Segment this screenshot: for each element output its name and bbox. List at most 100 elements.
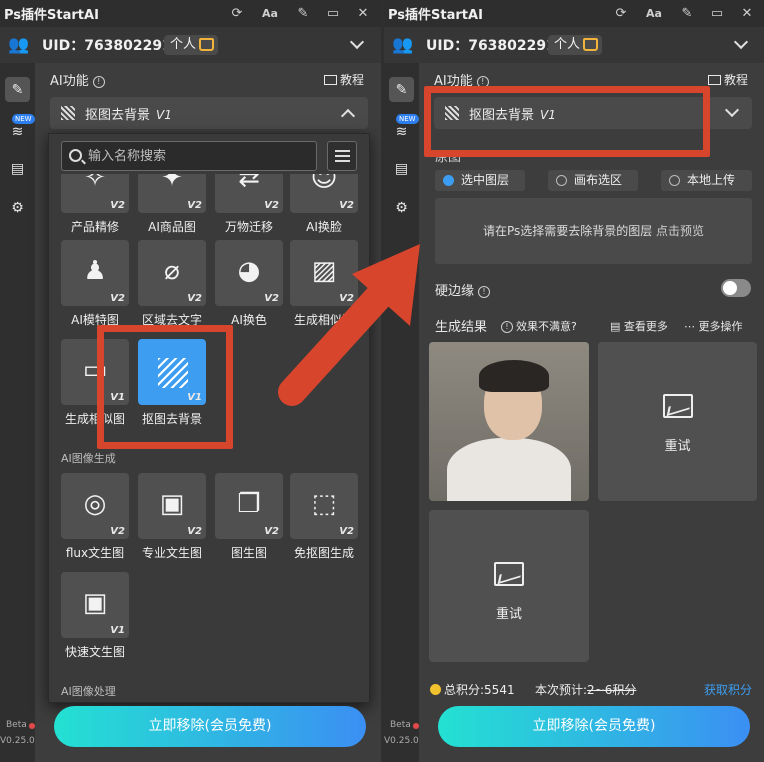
pin-icon[interactable]: ✎: [294, 5, 312, 23]
chevron-down-icon[interactable]: [349, 34, 365, 50]
plan-badge[interactable]: 个人: [548, 35, 603, 55]
plan-badge[interactable]: 个人: [164, 35, 219, 55]
update-dot: [29, 723, 35, 729]
feature-name: flux文生图: [65, 546, 125, 560]
feature-name: 生成相似图: [293, 313, 354, 327]
feature-item[interactable]: ⬚ V2 免抠图生成: [289, 473, 359, 561]
refresh-icon[interactable]: ⟳: [228, 5, 246, 23]
more-actions-label: 更多操作: [698, 320, 743, 333]
info-icon[interactable]: !: [92, 75, 105, 88]
crown-icon: [199, 38, 215, 51]
source-option-label: 本地上传: [687, 173, 736, 187]
remove-button[interactable]: 立即移除(会员免费): [438, 706, 750, 747]
font-size-icon[interactable]: Aa: [261, 5, 279, 23]
broken-image-icon: [494, 562, 524, 586]
close-icon[interactable]: ✕: [354, 5, 372, 23]
edit-icon[interactable]: ✎: [389, 77, 414, 102]
feature-item[interactable]: ❐ V2 图生图: [214, 473, 284, 561]
estimate-value: 2~6积分: [587, 683, 637, 697]
gear-icon[interactable]: ⚙: [5, 195, 30, 220]
feature-item[interactable]: ◕ V2 AI换色: [214, 240, 284, 328]
font-size-icon[interactable]: Aa: [645, 5, 663, 23]
selected-feature-name: 抠图去背景: [85, 108, 151, 123]
feature-tile: ⌀ V2: [138, 240, 206, 306]
search-box-front[interactable]: [61, 141, 317, 171]
list-view-icon[interactable]: [327, 141, 357, 171]
search-input-front[interactable]: [88, 146, 308, 166]
users-icon[interactable]: 👥: [8, 35, 29, 55]
clipboard-icon[interactable]: ▤: [5, 156, 30, 181]
photo-hair: [479, 360, 549, 392]
feature-tile: ▣ V1: [61, 572, 129, 638]
erase-icon: ⌀: [164, 256, 180, 286]
view-more-link[interactable]: ▤ 查看更多: [610, 318, 668, 334]
quick-text-image-icon: ▣: [82, 588, 108, 618]
left-panel: Ps插件StartAI ⟳ Aa ✎ ▭ ✕ 👥 UID：763802291 个…: [0, 0, 381, 762]
source-option-label: 选中图层: [461, 173, 510, 187]
feature-item[interactable]: ▨ V2 生成相似图: [289, 240, 359, 328]
feature-selector[interactable]: 抠图去背景 V1: [50, 97, 368, 129]
feature-item[interactable]: ▣ V1 快速文生图: [60, 572, 130, 660]
total-points-label: 总积分:5541: [444, 683, 515, 697]
retry-label: 重试: [495, 607, 522, 622]
hard-edge-toggle[interactable]: [721, 279, 751, 297]
feature-version: V1: [110, 625, 125, 636]
more-actions-link[interactable]: ⋯ 更多操作: [684, 318, 743, 334]
group-label-generate: AI图像生成: [61, 452, 116, 465]
feature-item[interactable]: ◎ V2 flux文生图: [60, 473, 130, 561]
chevron-up-icon[interactable]: [340, 108, 356, 124]
hard-edge-label: 硬边缘: [435, 284, 475, 299]
feature-version: V2: [110, 526, 125, 537]
screenshot-root: Ps插件StartAI ⟳ Aa ✎ ▭ ✕ 👥 UID：763802291 个…: [0, 0, 764, 762]
refresh-icon[interactable]: ⟳: [612, 5, 630, 23]
layers-icon[interactable]: ≋: [5, 119, 30, 144]
retry-card[interactable]: 重试: [598, 342, 757, 501]
feature-item[interactable]: ⌀ V2 区域去文字: [137, 240, 207, 328]
result-thumbnail[interactable]: [429, 342, 589, 501]
info-icon[interactable]: !: [478, 285, 491, 298]
version-label: V0.25.0: [384, 736, 419, 746]
total-points: 总积分:5541: [430, 681, 515, 698]
preview-link[interactable]: 点击预览: [656, 224, 704, 238]
palette-icon: ◕: [237, 256, 261, 286]
feature-tile: ♟ V2: [61, 240, 129, 306]
edit-icon[interactable]: ✎: [5, 77, 30, 102]
get-points-link[interactable]: 获取积分: [704, 681, 752, 698]
tutorial-label: 教程: [724, 73, 749, 87]
chevron-down-icon[interactable]: [733, 34, 749, 50]
users-icon[interactable]: 👥: [392, 35, 413, 55]
tutorial-link[interactable]: 教程: [708, 71, 748, 88]
feature-item[interactable]: ▣ V2 专业文生图: [137, 473, 207, 561]
source-option-label: 画布选区: [574, 173, 623, 187]
pin-icon[interactable]: ✎: [678, 5, 696, 23]
estimate: 本次预计:2~6积分: [535, 681, 636, 698]
text-image-icon: ▣: [159, 489, 185, 519]
feature-name: 产品精修: [70, 220, 119, 234]
app-title: Ps插件StartAI: [4, 8, 99, 23]
underlay-strip: [40, 240, 48, 270]
source-option-selected-layer[interactable]: 选中图层: [435, 170, 525, 191]
tutorial-link[interactable]: 教程: [324, 71, 364, 88]
gear-icon[interactable]: ⚙: [389, 195, 414, 220]
retry-card[interactable]: 重试: [429, 510, 589, 662]
feature-name: AI换脸: [306, 220, 342, 234]
feature-tile: ▨ V2: [290, 240, 358, 306]
unsatisfied-link[interactable]: ! 效果不满意?: [501, 318, 577, 334]
account-bar: 👥 UID：763802291 个人: [384, 27, 764, 63]
chevron-down-icon[interactable]: [724, 102, 740, 118]
source-hint-box[interactable]: 请在Ps选择需要去除背景的图层 点击预览: [435, 198, 752, 264]
beta-label: Beta: [6, 720, 27, 730]
crown-icon: [583, 38, 599, 51]
layers-icon[interactable]: ≋: [389, 119, 414, 144]
close-icon[interactable]: ✕: [738, 5, 756, 23]
remove-button[interactable]: 立即移除(会员免费): [54, 706, 366, 747]
retry-label: 重试: [664, 439, 691, 454]
source-option-canvas-selection[interactable]: 画布选区: [548, 170, 638, 191]
minimize-icon[interactable]: ▭: [708, 5, 726, 23]
view-more-label: 查看更多: [623, 320, 668, 333]
clipboard-icon[interactable]: ▤: [389, 156, 414, 181]
source-option-local-upload[interactable]: 本地上传: [661, 170, 752, 191]
feature-item[interactable]: ♟ V2 AI模特图: [60, 240, 130, 328]
minimize-icon[interactable]: ▭: [324, 5, 342, 23]
feature-version: V2: [339, 200, 354, 211]
